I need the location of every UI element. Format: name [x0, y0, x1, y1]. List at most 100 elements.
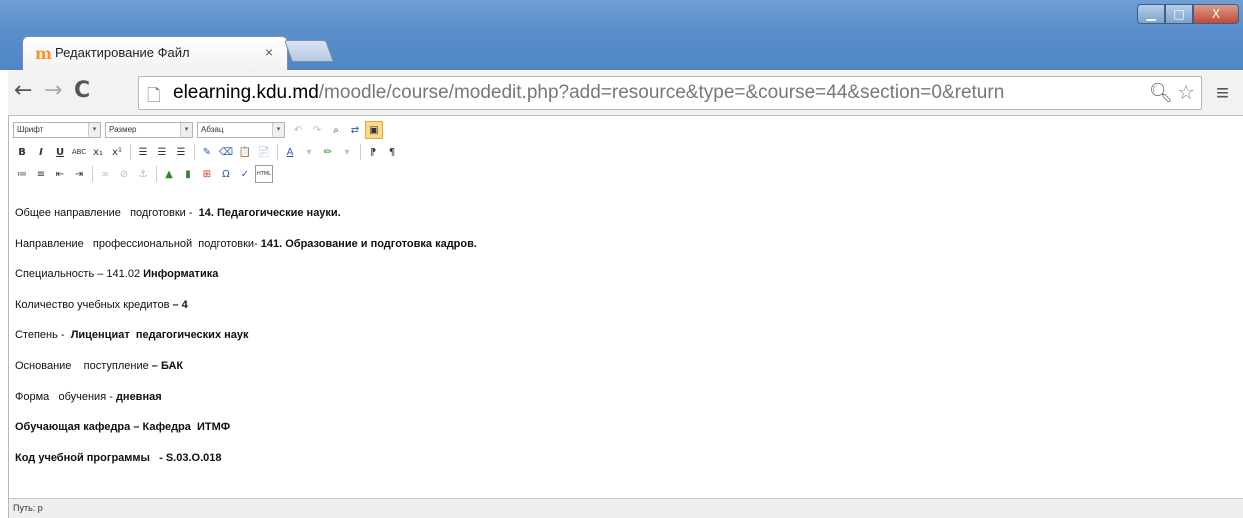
underline-icon[interactable]: U [51, 143, 69, 161]
line-text: Направление профессиональной подготовки- [15, 237, 261, 250]
line-bold-text: 14. Педагогические науки. [198, 207, 341, 219]
line-bold-text: Информатика [143, 268, 219, 281]
outdent-icon[interactable]: ⇤ [51, 165, 69, 183]
size-select-label: Размер [109, 125, 137, 134]
separator [194, 144, 195, 160]
bookmark-star-icon[interactable]: ☆ [1177, 80, 1195, 105]
line-bold-text: Код учебной программы - S.03.O.018 [15, 451, 222, 464]
superscript-icon[interactable]: x¹ [108, 143, 126, 161]
chevron-down-icon[interactable]: ▾ [300, 143, 318, 161]
line-text: Специальность – 141.02 [15, 268, 144, 281]
text-color-icon[interactable]: A [281, 143, 299, 161]
anchor-icon[interactable]: ⚓ [134, 165, 152, 183]
line-text: Основание поступление [15, 359, 152, 372]
tab-title: Редактирование Файл [55, 45, 190, 60]
content-line: Основание поступление – БАК [15, 359, 477, 390]
insert-table-icon[interactable]: ⊞ [198, 165, 216, 183]
line-text: Форма обучения - [15, 390, 116, 403]
special-char-icon[interactable]: Ω [217, 165, 235, 183]
content-line: Обучающая кафедра – Кафедра ИТМФ [15, 420, 477, 451]
editor-content[interactable]: Общее направление подготовки - 14. Педаг… [15, 206, 477, 481]
numbered-list-icon[interactable]: ≡ [32, 165, 50, 183]
bullet-list-icon[interactable]: ≔ [13, 165, 31, 183]
insert-image-icon[interactable]: ▲ [160, 165, 178, 183]
content-line: Общее направление подготовки - 14. Педаг… [15, 206, 477, 237]
remove-format-icon[interactable]: ⌫ [217, 143, 235, 161]
background-color-icon[interactable]: ✏ [319, 143, 337, 161]
line-bold-text: 141. Образование и подготовка кадров. [260, 237, 477, 250]
content-line: Код учебной программы - S.03.O.018 [15, 451, 477, 482]
chevron-down-icon: ▾ [88, 123, 100, 137]
replace-icon[interactable]: ⇄ [346, 121, 364, 139]
line-text: Степень - [15, 329, 71, 342]
size-select[interactable]: Размер ▾ [105, 122, 193, 138]
rtl-icon[interactable]: ¶ [383, 143, 401, 161]
separator [92, 166, 93, 182]
close-window-button[interactable]: X [1193, 4, 1239, 24]
font-select[interactable]: Шрифт ▾ [13, 122, 101, 138]
element-path: Путь: p [13, 503, 43, 513]
paragraph-select-label: Абзац [201, 125, 224, 134]
line-text: Количество учебных кредитов [15, 298, 173, 311]
rich-text-editor: Шрифт ▾ Размер ▾ Абзац ▾ ↶ ↷ ⌕ ⇄ ▣ B I U AB… [8, 116, 1243, 518]
bold-icon[interactable]: B [13, 143, 31, 161]
undo-icon[interactable]: ↶ [289, 121, 307, 139]
editor-toolbar-row-1: Шрифт ▾ Размер ▾ Абзац ▾ ↶ ↷ ⌕ ⇄ ▣ [13, 120, 384, 140]
line-bold-text: Лиценциат педагогических наук [70, 329, 249, 342]
find-icon[interactable]: ⌕ [327, 121, 345, 139]
separator [156, 166, 157, 182]
moodle-favicon-icon: m [35, 44, 52, 63]
browser-titlebar: m Редактирование Файл × ▁ □ X [0, 0, 1243, 70]
content-line: Степень - Лиценциат педагогических наук [15, 328, 477, 359]
cleanup-icon[interactable]: ✎ [198, 143, 216, 161]
minimize-button[interactable]: ▁ [1137, 4, 1165, 24]
line-bold-text: Обучающая кафедра – Кафедра ИТМФ [15, 421, 231, 434]
search-icon[interactable]: 🔍︎ [1149, 81, 1173, 105]
italic-icon[interactable]: I [32, 143, 50, 161]
new-tab-button[interactable] [283, 40, 335, 62]
unlink-icon[interactable]: ⊘ [115, 165, 133, 183]
page-icon: 🗋 [147, 86, 161, 105]
browser-tab[interactable]: m Редактирование Файл × [22, 36, 288, 70]
editor-toolbar-row-3: ≔ ≡ ⇤ ⇥ ∞ ⊘ ⚓ ▲ ▮ ⊞ Ω ✓ HTML [13, 164, 274, 184]
paste-word-icon[interactable]: 📄 [255, 143, 273, 161]
link-icon[interactable]: ∞ [96, 165, 114, 183]
editor-toolbar-row-2: B I U ABC x₁ x¹ ☰ ☰ ☰ ✎ ⌫ 📋 📄 A ▾ ✏ ▾ ⁋ … [13, 142, 402, 162]
line-bold-text: – БАК [151, 359, 184, 372]
forward-arrow-icon[interactable]: → [44, 78, 62, 103]
separator [277, 144, 278, 160]
back-arrow-icon[interactable]: ← [14, 78, 32, 103]
html-source-button[interactable]: HTML [255, 165, 273, 183]
editor-path-bar: Путь: p [9, 498, 1243, 518]
align-center-icon[interactable]: ☰ [153, 143, 171, 161]
url-host: elearning.kdu.md [173, 82, 319, 103]
align-right-icon[interactable]: ☰ [172, 143, 190, 161]
paste-text-icon[interactable]: 📋 [236, 143, 254, 161]
tab-close-icon[interactable]: × [265, 44, 273, 60]
content-line: Форма обучения - дневная [15, 390, 477, 421]
ltr-icon[interactable]: ⁋ [364, 143, 382, 161]
chevron-down-icon: ▾ [272, 123, 284, 137]
browser-menu-icon[interactable]: ≡ [1216, 80, 1229, 106]
maximize-button[interactable]: □ [1165, 4, 1193, 24]
strikethrough-icon[interactable]: ABC [70, 143, 88, 161]
line-text: Общее направление подготовки - [15, 207, 199, 219]
redo-icon[interactable]: ↷ [308, 121, 326, 139]
chevron-down-icon: ▾ [180, 123, 192, 137]
window-controls: ▁ □ X [1137, 4, 1239, 24]
url-path: /moodle/course/modedit.php?add=resource&… [318, 82, 1005, 103]
chevron-down-icon[interactable]: ▾ [338, 143, 356, 161]
paragraph-select[interactable]: Абзац ▾ [197, 122, 285, 138]
indent-icon[interactable]: ⇥ [70, 165, 88, 183]
subscript-icon[interactable]: x₁ [89, 143, 107, 161]
line-bold-text: дневная [115, 390, 162, 403]
align-left-icon[interactable]: ☰ [134, 143, 152, 161]
separator [130, 144, 131, 160]
spellcheck-icon[interactable]: ✓ [236, 165, 254, 183]
insert-media-icon[interactable]: ▮ [179, 165, 197, 183]
address-bar[interactable]: 🗋 elearning.kdu.md/moodle/course/modedit… [138, 76, 1202, 110]
url-text[interactable]: elearning.kdu.md/moodle/course/modedit.p… [173, 82, 1004, 104]
fullscreen-icon[interactable]: ▣ [365, 121, 383, 139]
reload-icon[interactable]: C [74, 78, 90, 103]
content-line: Специальность – 141.02 Информатика [15, 267, 477, 298]
